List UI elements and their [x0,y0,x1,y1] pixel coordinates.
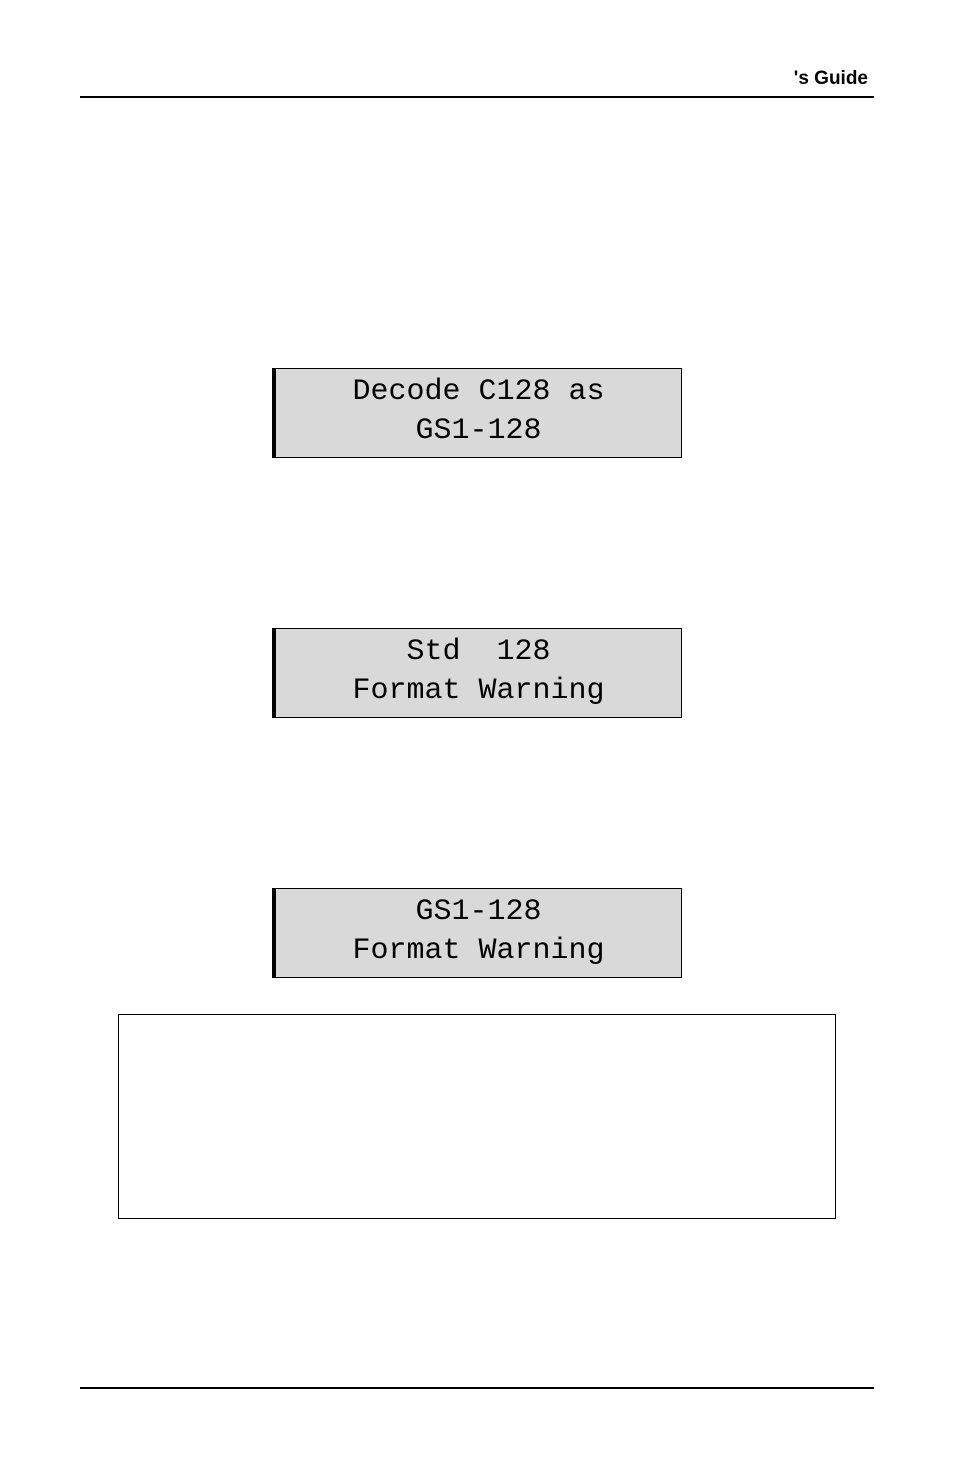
lcd-display-3: GS1-128 Format Warning [272,888,682,978]
lcd-2-line-2: Format Warning [352,674,604,708]
lcd-3-line-2: Format Warning [352,934,604,968]
lcd-1-line-1: Decode C128 as [352,375,604,409]
page-header: 's Guide [80,68,874,98]
lcd-display-2: Std 128 Format Warning [272,628,682,718]
lcd-2-line-1: Std 128 [406,635,550,669]
lcd-display-1-container: Decode C128 as GS1-128 [80,368,874,458]
footer-divider [80,1387,874,1389]
lcd-1-line-2: GS1-128 [415,414,541,448]
header-right-label: 's Guide [80,68,874,96]
header-divider [80,96,874,98]
document-page: 's Guide Decode C128 as GS1-128 Std 128 … [0,0,954,1475]
lcd-display-2-container: Std 128 Format Warning [80,628,874,718]
lcd-3-line-1: GS1-128 [415,895,541,929]
lcd-display-1: Decode C128 as GS1-128 [272,368,682,458]
empty-note-box [118,1014,836,1219]
lcd-display-3-container: GS1-128 Format Warning [80,888,874,978]
